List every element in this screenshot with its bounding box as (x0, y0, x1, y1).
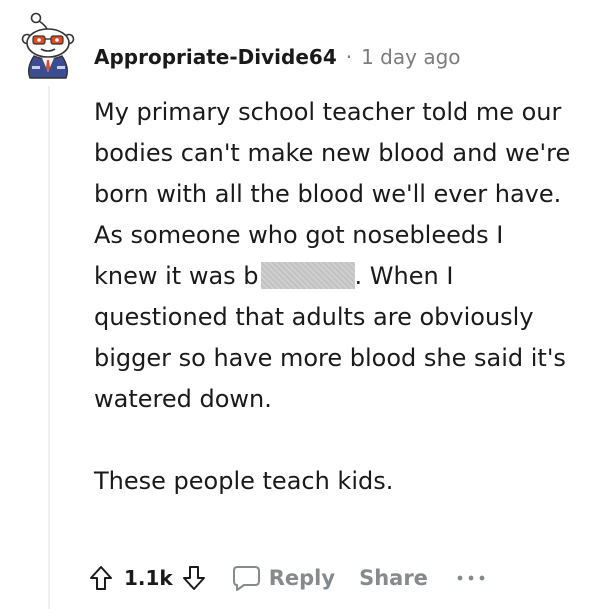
ellipsis-icon[interactable] (456, 573, 486, 583)
snoo-avatar-icon (21, 12, 75, 79)
username-link[interactable]: Appropriate-Divide64 (94, 45, 337, 69)
thread-line[interactable] (48, 86, 50, 609)
censor-block (260, 262, 355, 289)
arrow-down-icon[interactable] (181, 564, 207, 592)
comment-meta: Appropriate-Divide64 · 1 day ago (94, 40, 461, 74)
timestamp[interactable]: 1 day ago (361, 45, 460, 69)
reply-label: Reply (268, 566, 336, 590)
comment-paragraph: My primary school teacher told me our bo… (94, 92, 574, 420)
comment-body: My primary school teacher told me our bo… (94, 92, 574, 502)
vote-count: 1.1k (124, 566, 173, 590)
comment-paragraph: These people teach kids. (94, 467, 394, 495)
meta-separator: · (345, 45, 353, 69)
comment-actions: 1.1k Reply Share (88, 556, 486, 600)
avatar[interactable] (12, 12, 84, 84)
arrow-up-icon[interactable] (88, 564, 114, 592)
speech-bubble-icon (231, 564, 261, 592)
reply-button[interactable]: Reply (231, 564, 335, 592)
share-button[interactable]: Share (359, 566, 428, 590)
